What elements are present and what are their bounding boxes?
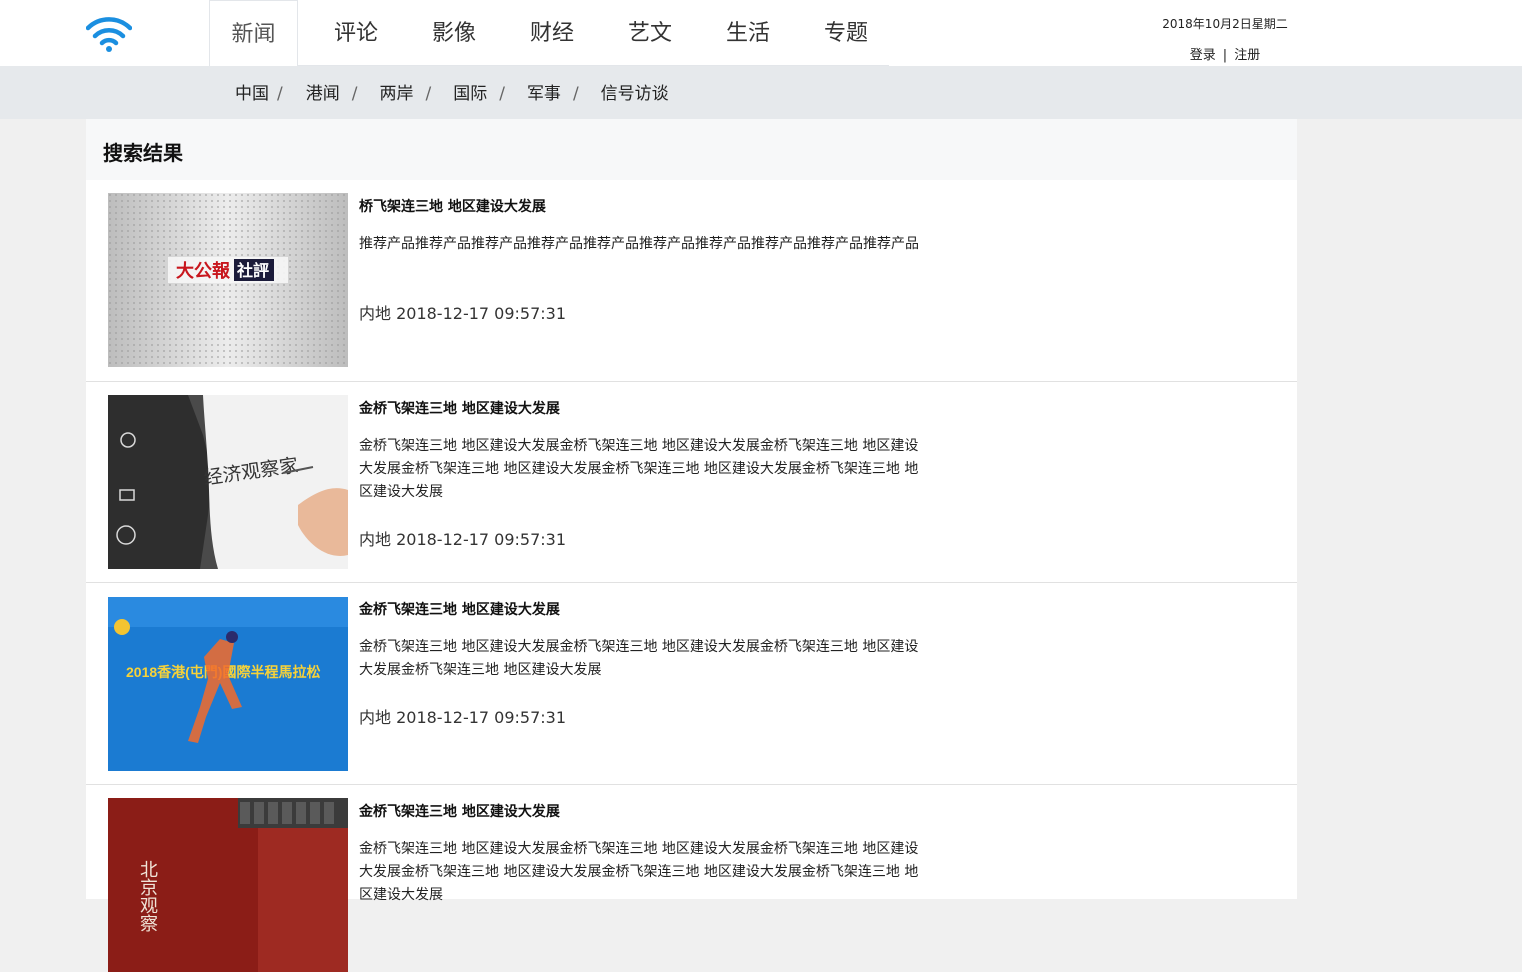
- result-title[interactable]: 桥飞架连三地 地区建设大发展: [359, 196, 546, 216]
- result-item[interactable]: 2018香港(屯門)國際半程馬拉松 金桥飞架连三地 地区建设大发展 金桥飞架连三…: [86, 583, 1297, 785]
- result-title[interactable]: 金桥飞架连三地 地区建设大发展: [359, 398, 560, 418]
- result-meta: 内地 2018-12-17 09:57:31: [359, 304, 567, 323]
- result-meta: 内地 2018-12-17 09:57:31: [359, 530, 567, 549]
- subnav-separator: /: [277, 84, 283, 104]
- result-meta: 内地 2018-12-17 09:57:31: [359, 708, 567, 727]
- subnav-separator: /: [425, 84, 432, 104]
- nav-item-finance[interactable]: 财经: [503, 0, 601, 66]
- subnav-item-strait[interactable]: 两岸: [379, 66, 413, 119]
- nav-item-comment[interactable]: 评论: [307, 0, 405, 66]
- result-title[interactable]: 金桥飞架连三地 地区建设大发展: [359, 801, 560, 821]
- page-title: 搜索结果: [103, 141, 183, 165]
- result-item[interactable]: 经济观察家 金桥飞架连三地 地区建设大发展 金桥飞架连三地 地区建设大发展金桥飞…: [86, 382, 1297, 583]
- thumbnail-image: 经济观察家: [108, 395, 348, 569]
- result-thumbnail[interactable]: 北京观察: [108, 798, 348, 972]
- subnav-separator: /: [499, 84, 505, 104]
- current-date: 2018年10月2日星期二: [1162, 17, 1288, 31]
- thumbnail-image: 大公報 社評: [108, 193, 348, 367]
- result-description: 金桥飞架连三地 地区建设大发展金桥飞架连三地 地区建设大发展金桥飞架连三地 地区…: [359, 841, 919, 903]
- subnav-item-international[interactable]: 国际: [453, 66, 487, 119]
- subnav-separator: /: [572, 84, 579, 104]
- result-description: 金桥飞架连三地 地区建设大发展金桥飞架连三地 地区建设大发展金桥飞架连三地 地区…: [359, 639, 919, 678]
- result-title[interactable]: 金桥飞架连三地 地区建设大发展: [359, 599, 560, 619]
- register-link[interactable]: 注册: [1234, 48, 1260, 63]
- thumbnail-image: 2018香港(屯門)國際半程馬拉松: [108, 597, 348, 771]
- results-header: 搜索结果: [86, 119, 1297, 180]
- nav-item-image[interactable]: 影像: [405, 0, 503, 66]
- result-thumbnail[interactable]: 经济观察家: [108, 395, 348, 569]
- auth-links: 登录 | 注册: [1150, 44, 1300, 63]
- login-link[interactable]: 登录: [1190, 48, 1216, 63]
- subnav-separator: /: [351, 84, 358, 104]
- wifi-icon[interactable]: [86, 15, 132, 53]
- subnav-item-military[interactable]: 军事: [527, 66, 561, 119]
- subnav-item-hk[interactable]: 港闻: [306, 66, 340, 119]
- result-thumbnail[interactable]: 大公報 社評: [108, 193, 348, 367]
- subnav-item-china[interactable]: 中国: [235, 66, 269, 119]
- search-results-panel: 搜索结果 大公報 社評 桥飞架连三地 地区建设大发展 推荐产品推荐产品推荐产品推…: [86, 119, 1297, 972]
- site-header: 新闻 评论 影像 财经 艺文 生活 专题 2018年10月2日星期二 登录 | 注册: [0, 0, 1522, 66]
- nav-item-life[interactable]: 生活: [699, 0, 797, 66]
- sub-nav: 中国 / 港闻 / 两岸 / 国际 / 军事 / 信号访谈: [0, 66, 1522, 119]
- nav-item-news[interactable]: 新闻: [209, 0, 298, 66]
- nav-item-arts[interactable]: 艺文: [601, 0, 699, 66]
- thumbnail-image: 北京观察: [108, 798, 348, 972]
- thumbnail-caption-2: 社評: [236, 261, 269, 280]
- subnav-item-interview[interactable]: 信号访谈: [601, 66, 669, 119]
- result-item[interactable]: 大公報 社評 桥飞架连三地 地区建设大发展 推荐产品推荐产品推荐产品推荐产品推荐…: [86, 180, 1297, 382]
- result-item[interactable]: 北京观察 金桥飞架连三地 地区建设大发展 金桥飞架连三地 地区建设大发展金桥飞架…: [86, 785, 1297, 972]
- auth-separator: |: [1222, 48, 1228, 63]
- thumbnail-caption: 北京观察: [138, 860, 158, 932]
- nav-item-topics[interactable]: 专题: [797, 0, 895, 66]
- result-description: 推荐产品推荐产品推荐产品推荐产品推荐产品推荐产品推荐产品推荐产品推荐产品推荐产品: [359, 236, 919, 252]
- thumbnail-caption: 大公報: [176, 260, 231, 281]
- result-thumbnail[interactable]: 2018香港(屯門)國際半程馬拉松: [108, 597, 348, 771]
- main-nav: 新闻 评论 影像 财经 艺文 生活 专题: [209, 0, 895, 66]
- result-description: 金桥飞架连三地 地区建设大发展金桥飞架连三地 地区建设大发展金桥飞架连三地 地区…: [359, 438, 919, 500]
